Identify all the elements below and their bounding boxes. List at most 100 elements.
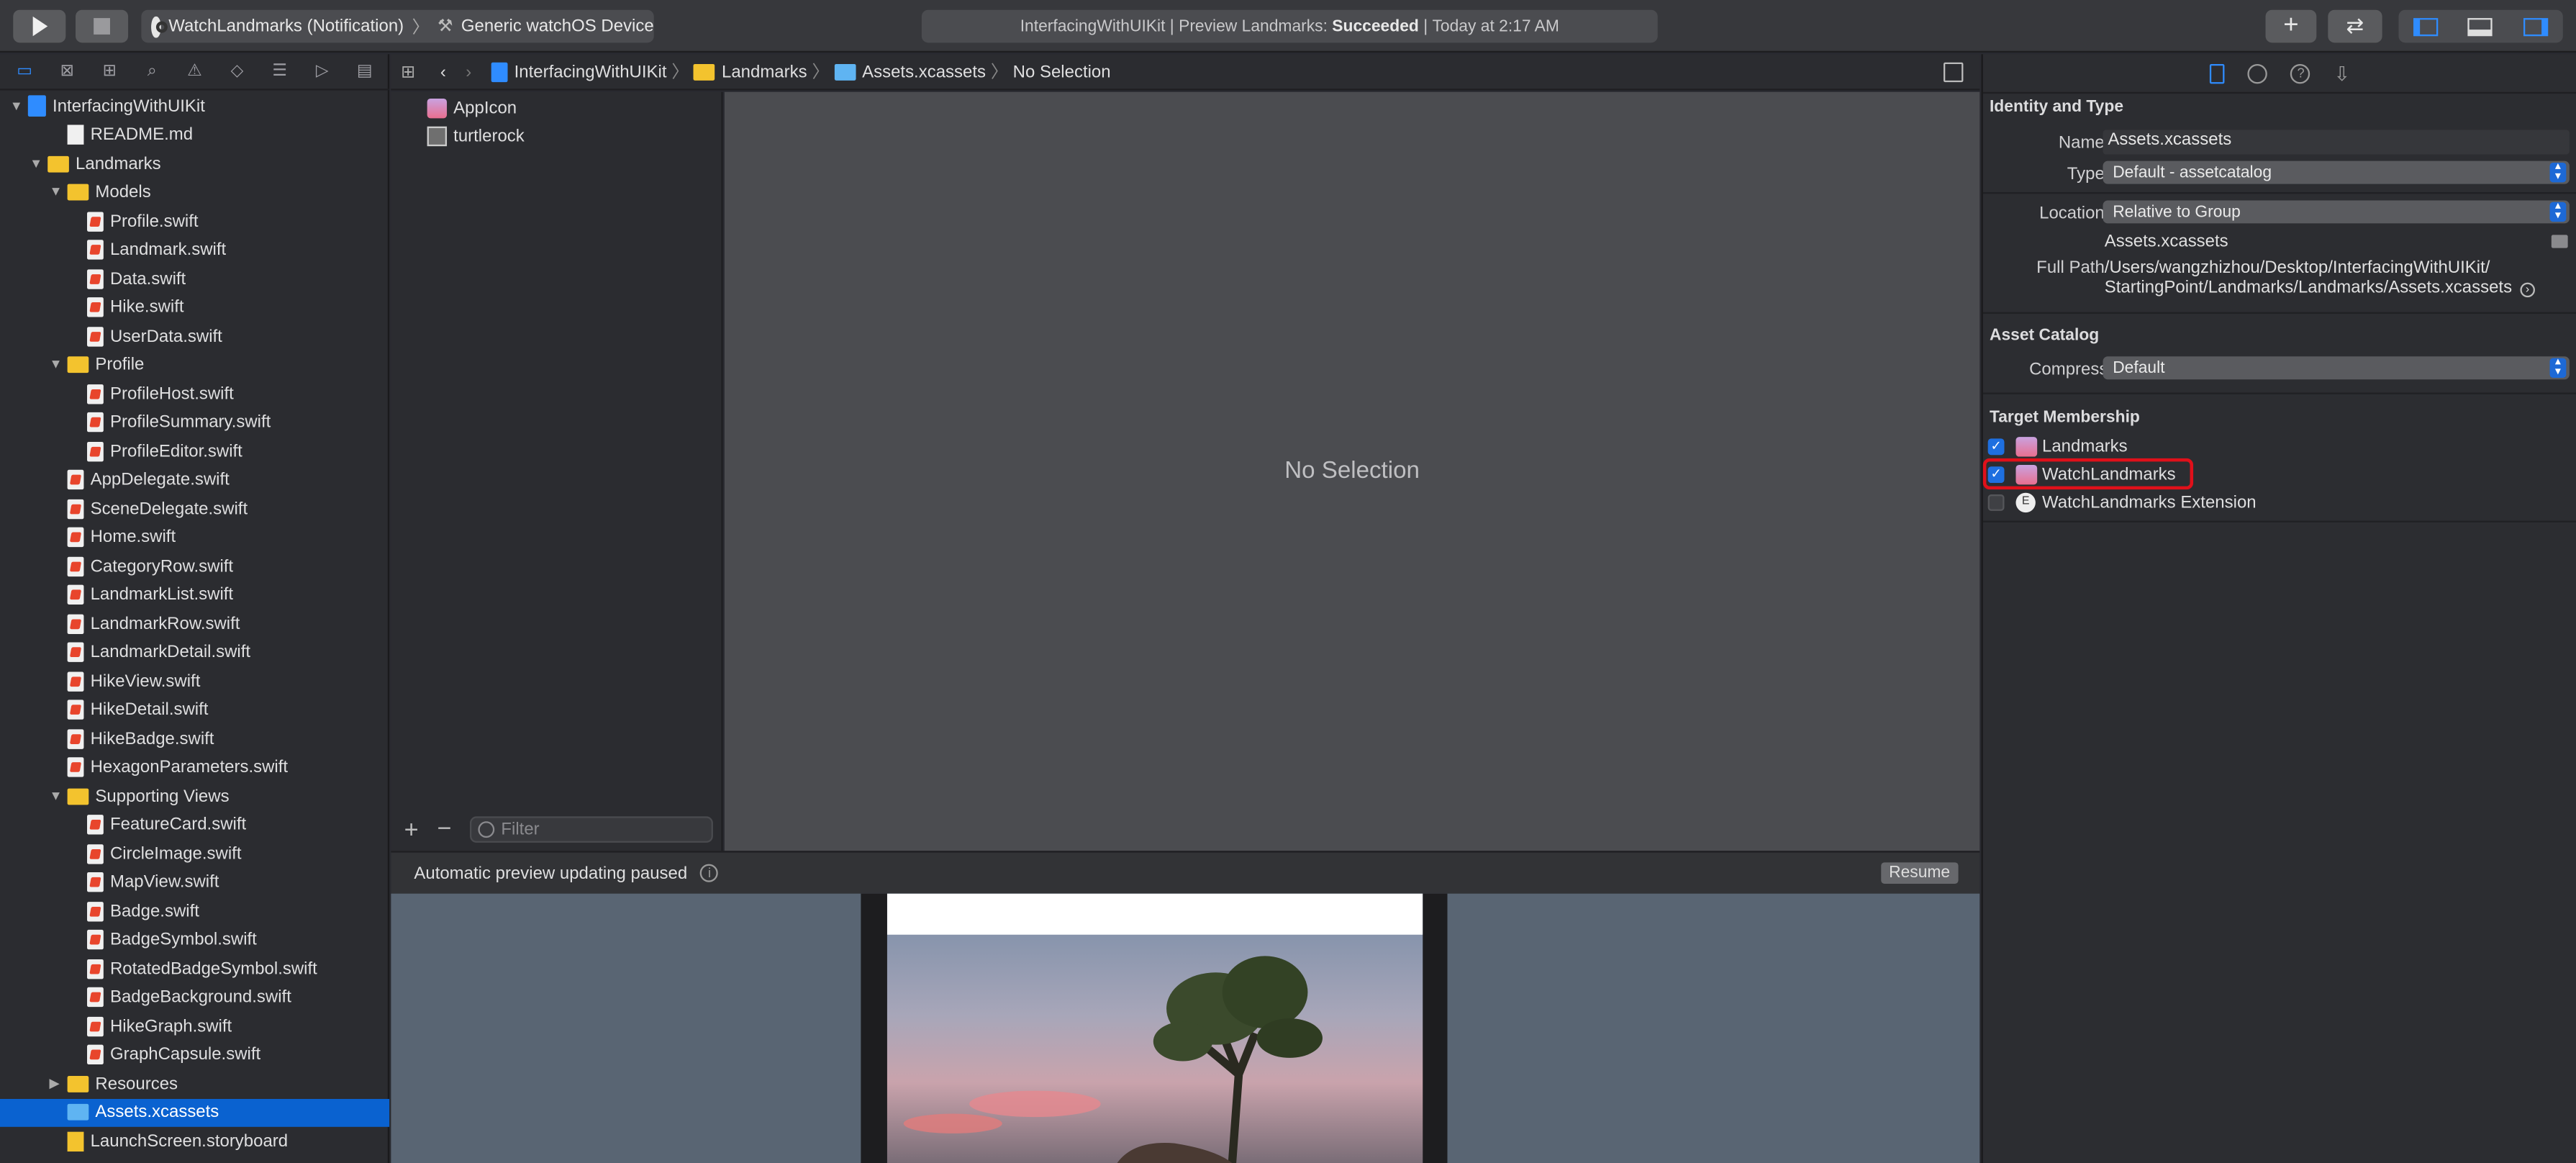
navigator-group[interactable]: ▶ Resources xyxy=(0,1069,389,1098)
disclosure-expanded-icon[interactable]: ▼ xyxy=(49,789,62,802)
debug-area-toggle-icon[interactable] xyxy=(2468,17,2493,36)
attributes-icon[interactable]: ⇩ xyxy=(2334,62,2350,85)
disclosure-expanded-icon[interactable]: ▼ xyxy=(10,99,23,113)
back-icon[interactable]: ‹ xyxy=(440,62,446,81)
navigator-file[interactable]: HikeDetail.swift xyxy=(0,696,389,725)
related-items-icon[interactable]: ⊞ xyxy=(401,62,424,81)
add-asset-button[interactable]: + xyxy=(404,816,419,844)
navigator-file[interactable]: AppDelegate.swift xyxy=(0,466,389,494)
disclosure-expanded-icon[interactable]: ▼ xyxy=(49,358,62,371)
navigator-file[interactable]: Assets.xcassets xyxy=(0,1098,390,1127)
report-icon[interactable]: ▤ xyxy=(353,60,376,83)
debug-icon[interactable]: ☰ xyxy=(268,60,291,83)
run-button[interactable] xyxy=(13,9,66,43)
name-field[interactable]: Assets.xcassets xyxy=(2103,130,2570,155)
stop-button[interactable] xyxy=(76,9,129,43)
navigator-item-label: HikeBadge.swift xyxy=(90,728,214,749)
navigator-toggle-icon[interactable] xyxy=(2413,17,2439,36)
storyboard-icon xyxy=(67,1131,84,1151)
navigator-file[interactable]: GraphCapsule.swift xyxy=(0,1041,389,1069)
navigator-file[interactable]: SceneDelegate.swift xyxy=(0,494,389,523)
navigator-file[interactable]: CategoryRow.swift xyxy=(0,552,389,581)
navigator-file[interactable]: ProfileSummary.swift xyxy=(0,408,389,437)
navigator-file[interactable]: BadgeBackground.swift xyxy=(0,983,389,1012)
navigator-file[interactable]: LaunchScreen.storyboard xyxy=(0,1127,389,1156)
asset-item-appicon[interactable]: AppIcon xyxy=(427,94,723,122)
reveal-in-finder-icon[interactable]: › xyxy=(2520,282,2535,298)
choose-folder-icon[interactable] xyxy=(2551,235,2568,248)
type-popup[interactable]: Default - assetcatalog ▴ ▾ xyxy=(2103,160,2570,184)
navigator-group[interactable]: ▼ Profile xyxy=(0,350,389,379)
search-icon[interactable]: ⌕ xyxy=(140,60,163,83)
navigator-file[interactable]: Landmark.swift xyxy=(0,236,389,265)
navigator-file[interactable]: MapView.swift xyxy=(0,868,389,897)
asset-item-turtlerock[interactable]: turtlerock xyxy=(427,122,723,150)
plus-icon: + xyxy=(2283,11,2299,40)
disclosure-expanded-icon[interactable]: ▼ xyxy=(49,185,62,199)
history-icon[interactable] xyxy=(2248,63,2268,83)
symbol-icon[interactable]: ⊞ xyxy=(98,60,121,83)
navigator-file[interactable]: BadgeSymbol.swift xyxy=(0,926,389,954)
breadcrumb-group[interactable]: Landmarks xyxy=(722,62,807,81)
navigator-item-label: SceneDelegate.swift xyxy=(90,499,248,519)
type-value: Default - assetcatalog xyxy=(2113,163,2272,182)
code-review-button[interactable]: ⇄ xyxy=(2328,9,2382,43)
inspector-toggle-icon[interactable] xyxy=(2523,17,2548,36)
navigator-file[interactable]: ProfileHost.swift xyxy=(0,379,389,408)
navigator-file[interactable]: Hike.swift xyxy=(0,293,389,322)
navigator-file[interactable]: LandmarkList.swift xyxy=(0,581,389,610)
navigator-file[interactable]: ▼ InterfacingWithUIKit xyxy=(0,92,389,121)
source-control-icon[interactable]: ⊠ xyxy=(55,60,78,83)
navigator-group[interactable]: ▼ Models xyxy=(0,178,389,207)
test-icon[interactable]: ◇ xyxy=(226,60,249,83)
navigator-file[interactable]: LandmarkRow.swift xyxy=(0,610,389,638)
swift-file-icon xyxy=(87,987,104,1008)
navigator-file[interactable]: LandmarkDetail.swift xyxy=(0,638,389,667)
forward-icon[interactable]: › xyxy=(466,62,471,81)
navigator-group[interactable]: ▼ Supporting Views xyxy=(0,782,389,810)
compression-popup[interactable]: Default ▴ ▾ xyxy=(2103,356,2570,380)
swift-file-icon xyxy=(67,671,84,692)
filter-field[interactable]: Filter xyxy=(469,816,713,843)
disclosure-collapsed-icon[interactable]: ▶ xyxy=(49,1077,62,1090)
breakpoint-icon[interactable]: ▷ xyxy=(311,60,334,83)
folder-icon[interactable]: ▭ xyxy=(13,60,36,83)
target-checkbox-extension[interactable] xyxy=(1987,494,2005,511)
navigator-file[interactable]: HikeView.swift xyxy=(0,667,389,696)
target-checkbox-landmarks[interactable]: ✓ xyxy=(1987,438,2005,456)
navigator-file[interactable]: HikeBadge.swift xyxy=(0,725,389,754)
navigator-file[interactable]: Profile.swift xyxy=(0,207,389,236)
navigator-file[interactable]: HexagonParameters.swift xyxy=(0,754,389,782)
name-value: Assets.xcassets xyxy=(2108,130,2232,150)
navigator-file[interactable]: Data.swift xyxy=(0,264,389,293)
info-icon[interactable]: i xyxy=(700,864,719,882)
remove-asset-button[interactable]: − xyxy=(437,815,451,843)
scheme-selector[interactable]: WatchLandmarks (Notification) 〉 ⚒ Generi… xyxy=(141,9,654,43)
breadcrumb-file[interactable]: Assets.xcassets xyxy=(862,62,986,81)
disclosure-expanded-icon[interactable]: ▼ xyxy=(30,156,42,171)
navigator-item-label: Landmarks xyxy=(76,153,161,174)
joshua-tree-image xyxy=(903,956,1323,1163)
navigator-file[interactable]: Badge.swift xyxy=(0,897,389,926)
navigator-file[interactable]: Home.swift xyxy=(0,523,389,552)
status-result: Succeeded xyxy=(1332,17,1419,36)
warning-icon[interactable]: ⚠ xyxy=(183,60,206,83)
navigator-file[interactable]: UserData.swift xyxy=(0,322,389,350)
navigator-file[interactable]: RotatedBadgeSymbol.swift xyxy=(0,954,389,983)
library-button[interactable]: + xyxy=(2265,9,2317,43)
resume-button[interactable]: Resume xyxy=(1880,862,1959,884)
navigator-file[interactable]: FeatureCard.swift xyxy=(0,810,389,839)
navigator-file[interactable]: CircleImage.swift xyxy=(0,839,389,868)
popup-arrows-icon: ▴ ▾ xyxy=(2549,356,2567,378)
add-editor-icon[interactable] xyxy=(1944,62,1964,83)
breadcrumb-selection[interactable]: No Selection xyxy=(1013,62,1111,81)
breadcrumb-project[interactable]: InterfacingWithUIKit xyxy=(514,62,667,81)
navigator-file[interactable]: README.md xyxy=(0,121,389,150)
navigator-file[interactable]: HikeGraph.swift xyxy=(0,1012,389,1041)
navigator-file[interactable]: ProfileEditor.swift xyxy=(0,437,389,466)
navigator-group[interactable]: ▼ Landmarks xyxy=(0,150,389,178)
location-popup[interactable]: Relative to Group ▴ ▾ xyxy=(2103,200,2570,224)
file-inspector-icon[interactable] xyxy=(2210,63,2226,83)
help-icon[interactable]: ? xyxy=(2290,63,2311,83)
location-file: Assets.xcassets xyxy=(2104,231,2228,252)
